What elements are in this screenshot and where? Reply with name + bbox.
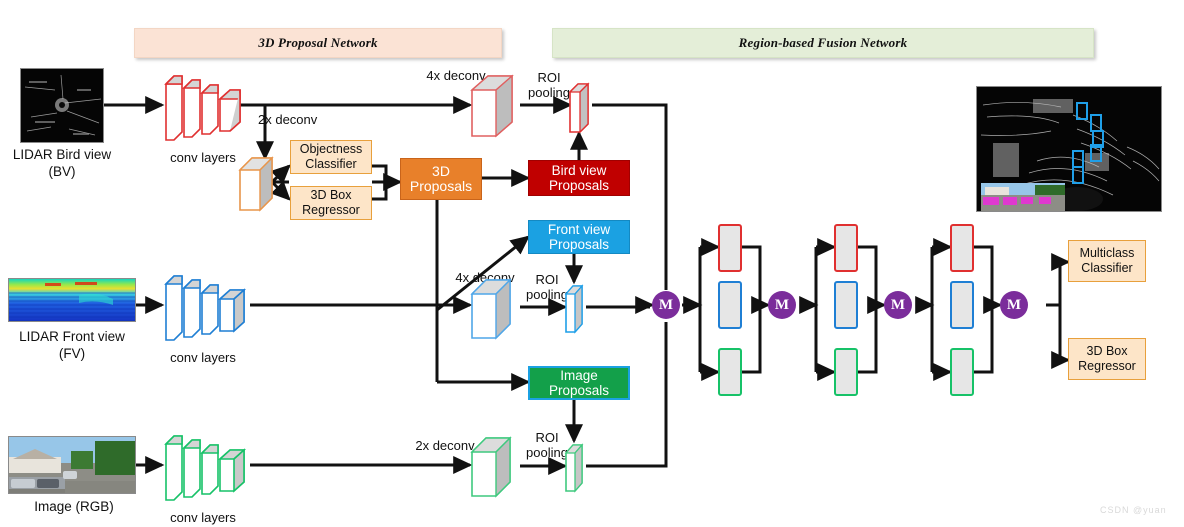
fusion-layer-bv-2	[834, 224, 858, 272]
proposals-3d-line-1: 3D	[432, 163, 450, 179]
fusion-layer-bv-3	[950, 224, 974, 272]
caption-line-1: LIDAR Bird view	[12, 147, 112, 162]
proposals-3d-line-2: Proposals	[409, 178, 473, 194]
roi-pooling-block-bv	[566, 80, 596, 141]
banner-3d-proposal-network: 3D Proposal Network	[134, 28, 502, 58]
fusion-layer-fv-2	[834, 281, 858, 329]
fusion-layer-fv-3	[950, 281, 974, 329]
image-proposals-box: Image Proposals	[528, 366, 630, 400]
front-proposals-line-1: Front view	[547, 222, 611, 237]
caption-lidar-front-view: LIDAR Front view (FV)	[2, 328, 142, 362]
caption-rgb-image: Image (RGB)	[6, 498, 142, 515]
roi-pooling-block-rgb	[562, 441, 590, 498]
rgb-camera-image	[8, 436, 136, 494]
objectness-classifier-box: Objectness Classifier	[290, 140, 372, 174]
conv-layers-bird-view	[160, 66, 246, 146]
conv-layers-label-fv: conv layers	[170, 350, 236, 365]
multiclass-line-2: Classifier	[1081, 261, 1133, 275]
front-view-proposals-box: Front view Proposals	[528, 220, 630, 254]
deconv-block-4x-bv	[468, 74, 524, 145]
merge-node-1: M	[652, 291, 680, 319]
banner-label: 3D Proposal Network	[258, 35, 378, 50]
merge-node-3: M	[884, 291, 912, 319]
deconv-block-2x-bv	[236, 156, 278, 217]
conv-layers-rgb	[160, 426, 250, 506]
objectness-line-1: Objectness	[299, 142, 363, 156]
regressor-out-line-2: Regressor	[1078, 359, 1136, 373]
merge-label: M	[658, 296, 674, 313]
fusion-layer-rgb-1	[718, 348, 742, 396]
lidar-bird-view-image	[20, 68, 104, 143]
caption-line-2: (FV)	[58, 346, 86, 361]
fusion-layer-rgb-3	[950, 348, 974, 396]
fusion-layer-fv-1	[718, 281, 742, 329]
bird-view-proposals-box: Bird view Proposals	[528, 160, 630, 196]
bird-proposals-line-1: Bird view	[551, 163, 607, 178]
lidar-front-view-image	[8, 278, 136, 322]
detection-result-image	[976, 86, 1162, 212]
merge-label: M	[774, 296, 790, 313]
multiclass-classifier-box: Multiclass Classifier	[1068, 240, 1146, 282]
output-3d-box-regressor: 3D Box Regressor	[1068, 338, 1146, 380]
banner-region-fusion-network: Region-based Fusion Network	[552, 28, 1094, 58]
caption-line-2: (BV)	[48, 164, 76, 179]
objectness-line-2: Classifier	[305, 157, 357, 171]
caption-line-1: Image (RGB)	[34, 499, 114, 514]
front-proposals-line-2: Proposals	[548, 237, 610, 252]
merge-label: M	[1006, 296, 1022, 313]
watermark: CSDN @yuan	[1100, 505, 1167, 515]
caption-lidar-bird-view: LIDAR Bird view (BV)	[2, 146, 122, 180]
merge-label: M	[890, 296, 906, 313]
regressor-line-1: 3D Box	[310, 188, 352, 202]
merge-node-2: M	[768, 291, 796, 319]
box-regressor-3d-box: 3D Box Regressor	[290, 186, 372, 220]
regressor-line-2: Regressor	[302, 203, 360, 217]
fusion-layer-bv-1	[718, 224, 742, 272]
multiclass-line-1: Multiclass	[1079, 246, 1135, 260]
conv-layers-front-view	[160, 266, 250, 346]
roi-pooling-block-fv	[562, 282, 590, 339]
label-2x-deconv-bv: 2x deconv	[258, 112, 318, 127]
caption-line-1: LIDAR Front view	[19, 329, 125, 344]
diagram-canvas: 3D Proposal Network Region-based Fusion …	[0, 0, 1184, 527]
regressor-out-line-1: 3D Box	[1086, 344, 1128, 358]
image-proposals-line-2: Proposals	[548, 383, 610, 398]
image-proposals-line-1: Image	[560, 368, 598, 383]
bird-proposals-line-2: Proposals	[548, 178, 610, 193]
proposals-3d-box: 3D Proposals	[400, 158, 482, 200]
merge-node-4: M	[1000, 291, 1028, 319]
fusion-layer-rgb-2	[834, 348, 858, 396]
conv-layers-label-rgb: conv layers	[170, 510, 236, 525]
banner-label: Region-based Fusion Network	[738, 35, 908, 50]
